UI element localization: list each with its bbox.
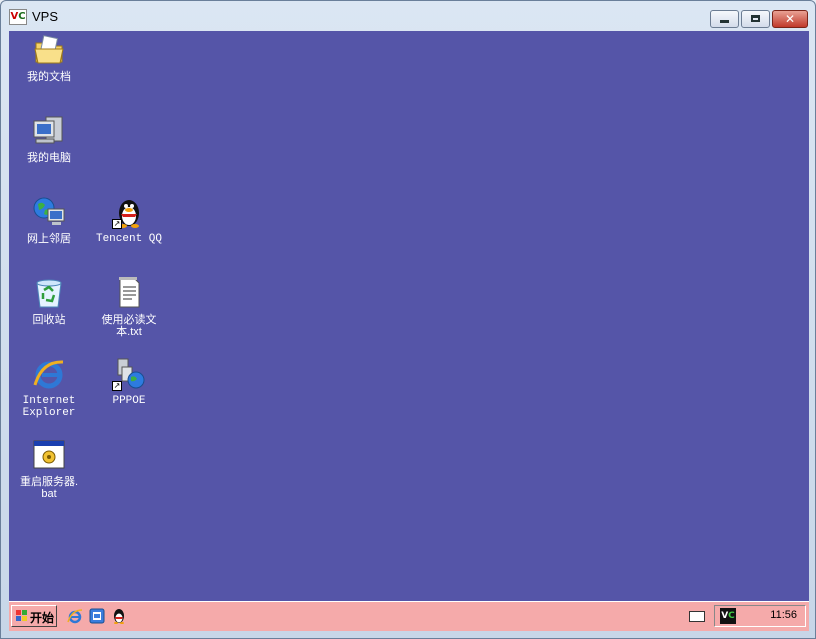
desktop-icon-network-places[interactable]: 网上邻居 (9, 195, 89, 245)
maximize-button[interactable] (741, 10, 770, 28)
desktop-icon-label: Tencent QQ (95, 233, 162, 245)
system-tray: VC 11:56 (714, 605, 806, 627)
desktop-icon-label: 我的文档 (27, 71, 71, 83)
desktop-icon-recycle-bin[interactable]: 回收站 (9, 276, 89, 326)
desktop-icon-readme-txt[interactable]: 使用必读文 本.txt (89, 276, 169, 338)
title-bar[interactable]: VC VPS ✕ (1, 1, 815, 31)
close-button[interactable]: ✕ (772, 10, 808, 28)
qq-penguin-icon: ↗ (112, 195, 146, 229)
close-icon: ✕ (784, 12, 796, 26)
text-file-icon (112, 276, 146, 310)
windows-flag-icon (16, 610, 28, 622)
desktop-icon-label: 网上邻居 (27, 233, 71, 245)
remote-desktop-window: VC VPS ✕ 我的文档 我的电脑 网上邻居 回收站 Internet Exp… (0, 0, 816, 639)
keyboard-icon[interactable] (689, 611, 705, 622)
show-desktop-icon[interactable] (89, 608, 105, 624)
recycle-bin-icon (32, 276, 66, 310)
my-documents-icon (32, 33, 66, 67)
desktop-icon-tencent-qq[interactable]: ↗ Tencent QQ (89, 195, 169, 245)
taskbar-clock[interactable]: 11:56 (770, 609, 797, 621)
pppoe-connection-icon: ↗ (112, 357, 146, 391)
internet-explorer-icon[interactable] (67, 608, 83, 624)
remote-desktop[interactable]: 我的文档 我的电脑 网上邻居 回收站 Internet Explorer 重启服… (9, 31, 809, 601)
maximize-icon (751, 15, 760, 22)
desktop-icon-restart-server-bat[interactable]: 重启服务器. bat (9, 438, 89, 500)
desktop-icon-my-computer[interactable]: 我的电脑 (9, 114, 89, 164)
my-computer-icon (32, 114, 66, 148)
window-title: VPS (32, 9, 59, 24)
shortcut-arrow-icon: ↗ (112, 219, 122, 229)
batch-file-icon (32, 438, 66, 472)
desktop-icon-pppoe[interactable]: ↗ PPPOE (89, 357, 169, 407)
desktop-icon-internet-explorer[interactable]: Internet Explorer (9, 357, 89, 419)
vnc-app-icon: VC (9, 9, 27, 25)
start-label: 开始 (30, 611, 55, 625)
minimize-button[interactable] (710, 10, 739, 28)
start-button[interactable]: 开始 (11, 605, 57, 627)
desktop-icon-my-documents[interactable]: 我的文档 (9, 33, 89, 83)
desktop-icon-label: Internet Explorer (22, 395, 76, 419)
network-places-icon (32, 195, 66, 229)
minimize-icon (720, 20, 729, 23)
vnc-tray-icon[interactable]: VC (720, 608, 736, 624)
desktop-icon-label: PPPOE (112, 395, 146, 407)
desktop-icon-label: 重启服务器. bat (19, 476, 79, 500)
taskbar: 开始 VC 11:56 (9, 601, 809, 631)
desktop-icon-label: 我的电脑 (27, 152, 71, 164)
qq-penguin-icon[interactable] (111, 608, 127, 624)
desktop-icon-label: 使用必读文 本.txt (101, 314, 157, 338)
shortcut-arrow-icon: ↗ (112, 381, 122, 391)
internet-explorer-icon (32, 357, 66, 391)
desktop-icon-label: 回收站 (32, 314, 66, 326)
